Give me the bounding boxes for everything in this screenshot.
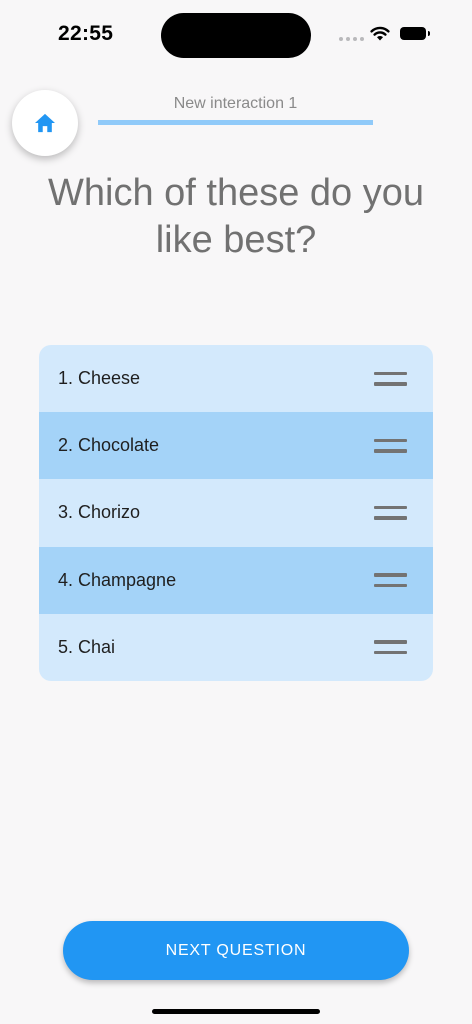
list-item[interactable]: 4. Champagne (39, 546, 433, 614)
option-label: 5. Chai (58, 636, 116, 657)
cellular-signal-icon (339, 37, 364, 41)
option-label: 4. Champagne (58, 569, 177, 590)
option-label: 1. Cheese (58, 368, 141, 389)
drag-handle-icon[interactable] (374, 438, 407, 453)
wifi-icon (370, 26, 390, 41)
list-item[interactable]: 5. Chai (39, 613, 433, 681)
option-label: 2. Chocolate (58, 435, 160, 456)
drag-handle-icon[interactable] (374, 573, 407, 588)
question-text: Which of these do you like best? (48, 172, 424, 261)
drag-handle-icon[interactable] (374, 640, 407, 655)
home-icon (35, 113, 55, 133)
home-indicator (152, 1009, 320, 1014)
drag-handle-icon[interactable] (374, 371, 407, 386)
ranking-list: 1. Cheese 2. Chocolate 3. Chorizo 4. Cha… (39, 345, 433, 681)
list-item[interactable]: 1. Cheese (39, 345, 433, 413)
next-question-button[interactable]: NEXT QUESTION (63, 921, 409, 980)
dynamic-island (161, 13, 311, 58)
list-item[interactable]: 2. Chocolate (39, 412, 433, 480)
list-item[interactable]: 3. Chorizo (39, 479, 433, 547)
status-time: 22:55 (58, 22, 114, 45)
progress-bar (98, 120, 373, 125)
option-label: 3. Chorizo (58, 502, 141, 523)
interaction-title: New interaction 1 (173, 95, 298, 112)
battery-icon (400, 27, 430, 40)
home-button[interactable] (12, 90, 78, 156)
status-bar: 22:55 (0, 0, 472, 70)
progress-fill (98, 120, 373, 125)
drag-handle-icon[interactable] (374, 505, 407, 520)
